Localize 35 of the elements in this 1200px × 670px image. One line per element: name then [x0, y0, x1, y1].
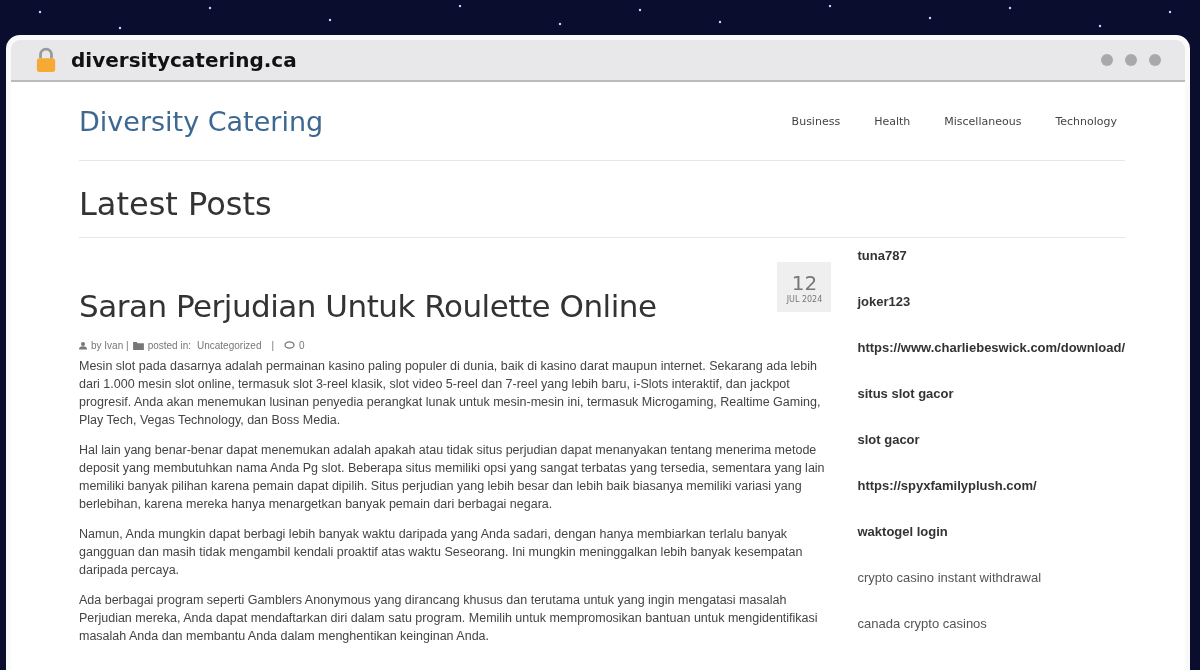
post-title[interactable]: Saran Perjudian Untuk Roulette Online	[79, 288, 657, 324]
sidebar-link[interactable]: https://spyxfamilyplush.com/	[857, 476, 1125, 495]
window-dot-icon[interactable]	[1101, 54, 1113, 66]
page-heading: Latest Posts	[79, 184, 273, 225]
sidebar-link[interactable]: joker123	[857, 292, 1125, 311]
date-day: 12	[791, 270, 818, 295]
post-paragraph: Namun, Anda mungkin dapat berbagi lebih banyak waktu daripada yang Anda sadari, dengan hanya membiarkan terlalu banyak gangguan dan masih tidak mengambil kendali proaktif atas waktu Seseorang. Ini mungkin meninggalkan lebih banyak kesempatan daripada percaya.	[79, 526, 804, 579]
window-dot-icon[interactable]	[1149, 54, 1161, 66]
window-dot-icon[interactable]	[1125, 54, 1137, 66]
date-month: JUL 2024	[786, 294, 823, 304]
url-text[interactable]: diversitycatering.ca	[71, 48, 297, 72]
folder-icon	[132, 341, 144, 350]
sidebar-link[interactable]: canada crypto casinos	[857, 614, 1125, 633]
author-text: by Ivan |	[91, 340, 129, 351]
nav-link[interactable]: Business	[791, 114, 841, 128]
comment-icon	[284, 341, 296, 350]
nav-link[interactable]: Health	[874, 114, 911, 128]
posted-label: posted in:	[147, 340, 191, 351]
sidebar-link[interactable]: situs slot gacor	[857, 384, 1125, 403]
sidebar-link[interactable]: tuna787	[857, 246, 1125, 265]
user-icon	[79, 341, 87, 350]
category-link[interactable]: Uncategorized	[197, 340, 262, 351]
post-paragraph: Mesin slot pada dasarnya adalah permainan kasino paling populer di dunia, baik di kasino darat maupun internet. Sekarang ada lebih dari 1.000 mesin slot online, termasuk slot 3-reel klasik, slot video 5-reel dan 7-reel yang lebih baru, i-Slots interaktif, dan jackpot progresif. Anda akan menemukan lusinan penyedia perangkat lunak untuk mesin-mesin ini, termasuk Microgaming, Realtime Gaming, Play Tech, Vegas Technology, dan Boss Media.	[79, 358, 822, 429]
separator-text: |	[271, 340, 275, 351]
nav-link[interactable]: Miscellaneous	[944, 114, 1022, 128]
post-paragraph: Ada berbagai program seperti Gamblers Anonymous yang dirancang khusus dan terutama untuk yang ingin mengatasi masalah Perjudian mereka, Anda dapat mendaftarkan diri dalam satu program. Memilih untuk mempromosikan bantuan untuk mengidentifikasi masalah Anda dan membantu Anda dalam menghentikan keinginan Anda.	[79, 592, 819, 645]
sidebar-link[interactable]: https://www.charliebeswick.com/download/	[857, 338, 1125, 357]
lock-icon	[35, 47, 57, 73]
site-title[interactable]: Diversity Catering	[79, 105, 324, 137]
sidebar-link[interactable]: slot gacor	[857, 430, 1125, 449]
sidebar-link[interactable]: crypto casino instant withdrawal	[857, 568, 1125, 587]
comment-count: 0	[299, 340, 305, 351]
post-paragraph: Hal lain yang benar-benar dapat menemukan adalah apakah atau tidak situs perjudian dapat menanyakan tentang menerima metode deposit yang membutuhkan nama Anda Pg slot. Beberapa situs memiliki opsi yang sangat terbatas yang tersedia, sementara yang lain memiliki banyak pilihan karena pemain dapat dipilih. Situs perjudian yang lebih besar dan lebih baik biasanya memiliki variasi yang berlebihan, karena mereka hanya menargetkan banyak pemain dari berbagai negara.	[79, 442, 826, 513]
nav-link[interactable]: Technology	[1055, 114, 1117, 128]
sidebar-link[interactable]: waktogel login	[857, 522, 1125, 541]
